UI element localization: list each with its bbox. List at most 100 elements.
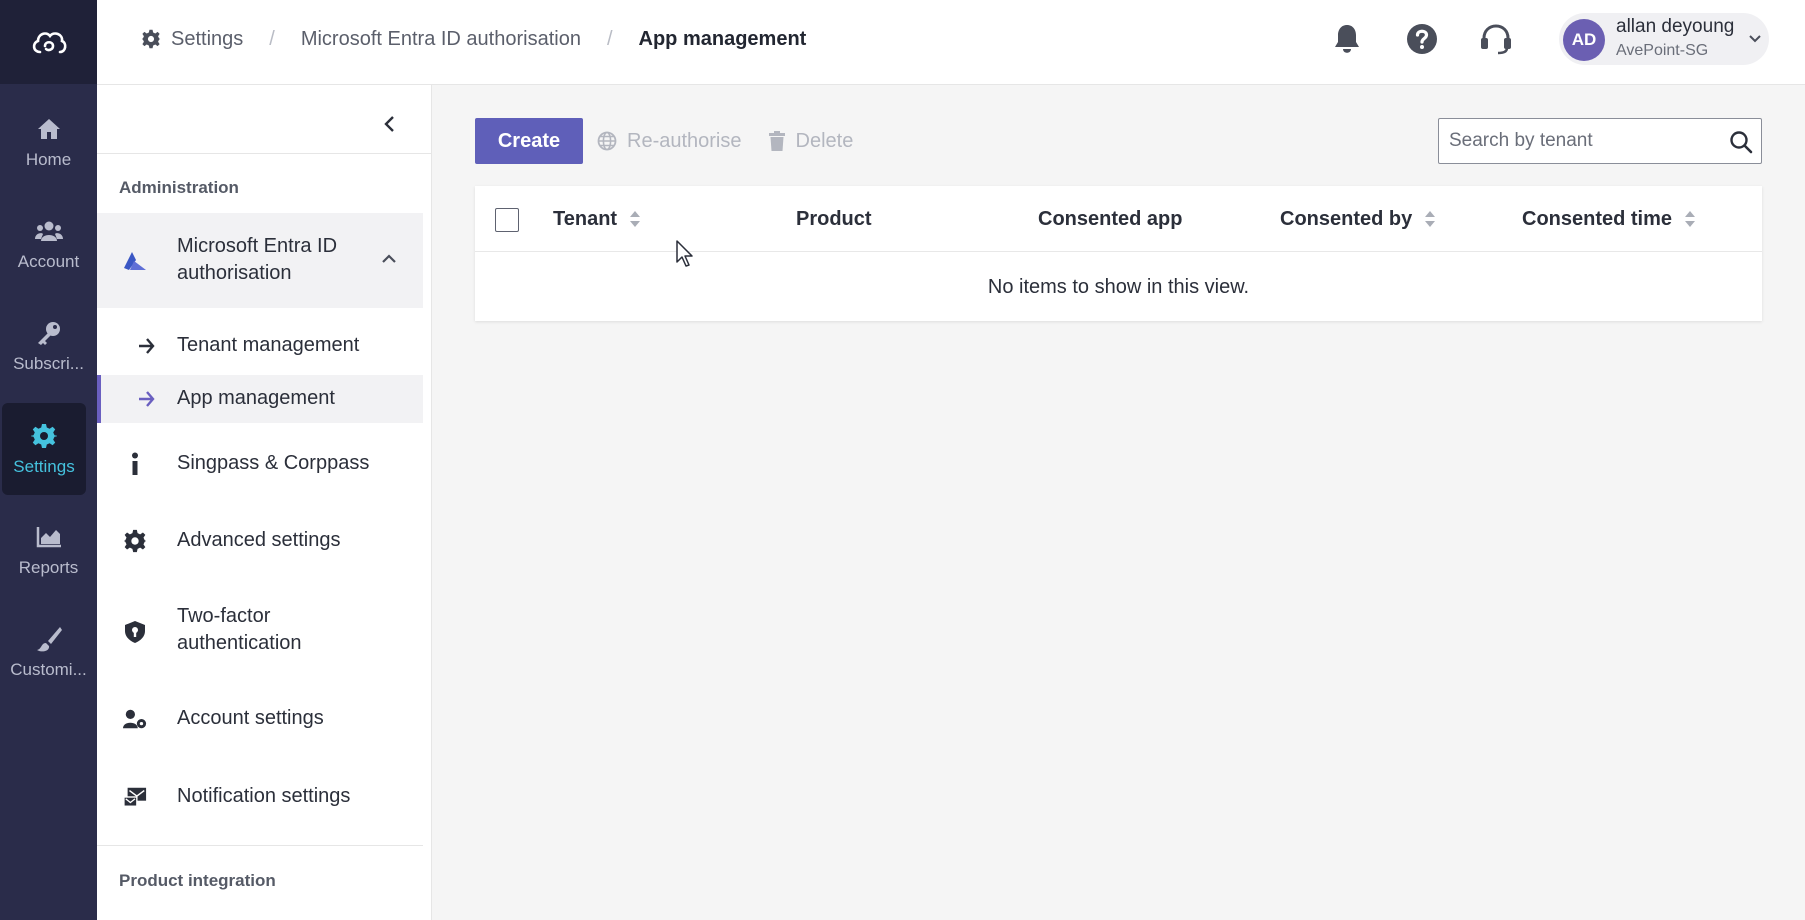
nav-item-label: Advanced settings (177, 529, 341, 551)
nav-item-singpass[interactable]: Singpass & Corppass (97, 433, 423, 495)
chevron-left-icon (384, 116, 394, 132)
rail-item-reports[interactable]: Reports (0, 504, 97, 596)
rail-item-subscription[interactable]: Subscri... (0, 300, 97, 392)
column-label: Consented time (1522, 207, 1673, 230)
nav-item-two-factor[interactable]: Two-factor authentication (97, 587, 423, 677)
nav-item-notification-settings[interactable]: Notification settings (97, 766, 423, 828)
nav-item-label: Notification settings (177, 785, 351, 807)
chart-icon (36, 522, 62, 552)
search-box (1438, 118, 1762, 164)
column-consented-by[interactable]: Consented by (1280, 186, 1436, 252)
breadcrumb-settings[interactable]: Settings (141, 28, 243, 51)
divider (97, 845, 423, 846)
app-logo[interactable] (0, 0, 97, 84)
user-menu[interactable]: AD allan deyoung AvePoint-SG (1559, 13, 1769, 65)
breadcrumb: Settings / Microsoft Entra ID authorisat… (141, 0, 806, 78)
arrow-right-icon (139, 391, 155, 407)
headset-icon (1481, 24, 1511, 55)
brush-icon (36, 624, 62, 654)
breadcrumb-label: Microsoft Entra ID authorisation (300, 27, 581, 50)
trash-icon (768, 130, 786, 152)
gear-icon (31, 421, 57, 451)
nav-item-account-settings[interactable]: Account settings (97, 688, 423, 750)
key-icon (36, 318, 62, 348)
empty-message: No items to show in this view. (987, 276, 1250, 298)
column-label: Consented by (1280, 207, 1413, 230)
support-button[interactable] (1477, 20, 1515, 58)
search-input[interactable] (1449, 119, 1719, 163)
delete-button[interactable]: Delete (768, 129, 854, 153)
reauthorise-button[interactable]: Re-authorise (597, 130, 742, 153)
rail-item-account[interactable]: Account (0, 198, 97, 290)
search-button[interactable] (1729, 130, 1753, 159)
section-title-product-integration: Product integration (119, 871, 276, 890)
rail-item-label: Settings (13, 457, 75, 476)
nav-sub-label: App management (177, 387, 335, 409)
sort-icon (1684, 209, 1696, 229)
users-icon (34, 216, 63, 246)
rail-item-label: Customi... (10, 660, 87, 679)
rail-item-customization[interactable]: Customi... (0, 606, 97, 698)
collapse-nav-button[interactable] (375, 109, 405, 139)
nav-item-label: Microsoft Entra ID authorisation (177, 235, 338, 284)
settings-nav: Administration Microsoft Entra ID author… (97, 85, 432, 920)
breadcrumb-label: App management (638, 27, 807, 50)
rail-item-home[interactable]: Home (0, 96, 97, 188)
rail-item-label: Reports (18, 558, 79, 577)
sort-icon (629, 209, 641, 229)
nav-item-label: Account settings (177, 707, 324, 729)
nav-item-advanced-settings[interactable]: Advanced settings (97, 510, 423, 572)
breadcrumb-current: App management (639, 28, 807, 51)
chevron-up-icon (382, 254, 396, 263)
info-icon (123, 452, 147, 476)
delete-label: Delete (795, 129, 854, 152)
home-icon (37, 114, 61, 144)
notifications-button[interactable] (1328, 20, 1366, 58)
create-button[interactable]: Create (475, 118, 583, 164)
column-label: Consented app (1038, 207, 1183, 230)
chevron-down-icon (1749, 35, 1761, 43)
rail-item-label: Account (17, 252, 80, 271)
nav-item-entra-id[interactable]: Microsoft Entra ID authorisation (97, 213, 423, 308)
rail-item-label: Home (25, 150, 72, 169)
help-icon (1407, 24, 1437, 54)
gear-icon (123, 529, 147, 553)
left-rail: Home Account Subscri... Settings Reports… (0, 0, 97, 920)
column-label: Tenant (553, 207, 618, 230)
breadcrumb-separator: / (606, 27, 613, 50)
user-gear-icon (123, 707, 147, 731)
rail-item-label: Subscri... (13, 354, 84, 373)
app-table: Tenant Product Consented app Consented b… (475, 186, 1762, 321)
user-org: AvePoint-SG (1616, 42, 1709, 59)
nav-item-label: Two-factor authentication (177, 605, 302, 654)
mouse-cursor-icon (676, 240, 693, 267)
breadcrumb-entra[interactable]: Microsoft Entra ID authorisation (301, 28, 581, 51)
nav-sub-tenant-management[interactable]: Tenant management (97, 322, 423, 370)
avatar: AD (1563, 19, 1605, 61)
select-all-checkbox[interactable] (495, 208, 519, 232)
shield-icon (123, 620, 147, 644)
nav-sub-app-management[interactable]: App management (97, 375, 423, 423)
sort-icon (1424, 209, 1436, 229)
nav-sub-label: Tenant management (177, 334, 360, 356)
column-label: Product (796, 207, 872, 230)
column-consented-app: Consented app (1038, 186, 1182, 252)
top-header: Settings / Microsoft Entra ID authorisat… (97, 0, 1805, 85)
bell-icon (1335, 25, 1359, 53)
search-icon (1730, 131, 1753, 154)
table-header: Tenant Product Consented app Consented b… (475, 186, 1762, 252)
nav-item-label: Singpass & Corppass (177, 452, 370, 474)
column-tenant[interactable]: Tenant (553, 186, 641, 252)
column-product: Product (796, 186, 872, 252)
section-title-administration: Administration (119, 178, 239, 197)
mail-settings-icon (123, 785, 147, 809)
help-button[interactable] (1403, 20, 1441, 58)
divider (97, 153, 432, 154)
arrow-right-icon (139, 338, 155, 354)
reauthorise-label: Re-authorise (627, 129, 742, 152)
gear-icon (141, 29, 161, 49)
column-consented-time[interactable]: Consented time (1522, 186, 1696, 252)
breadcrumb-separator: / (269, 27, 275, 50)
globe-icon (597, 131, 617, 151)
rail-item-settings[interactable]: Settings (2, 403, 86, 495)
